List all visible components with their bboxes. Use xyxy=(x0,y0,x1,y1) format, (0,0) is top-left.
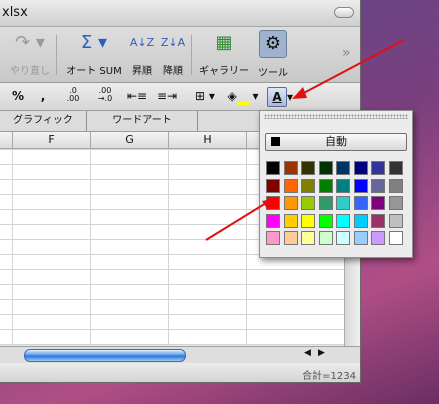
red-arrow-bottom xyxy=(205,199,272,241)
annotation-overlay xyxy=(205,39,405,241)
red-arrow-top xyxy=(292,39,405,99)
